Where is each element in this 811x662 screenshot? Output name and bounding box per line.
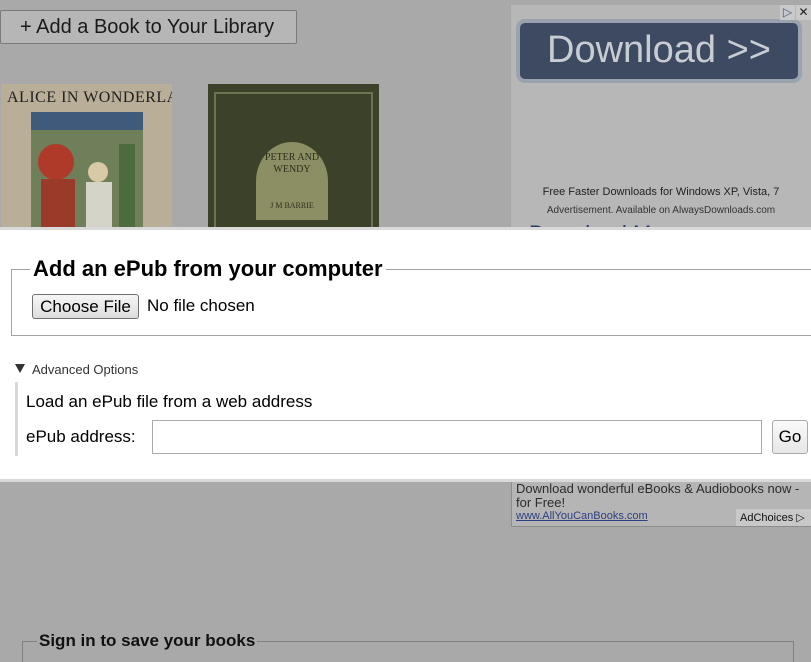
book-author: J M BARRIE — [270, 201, 314, 210]
book-title: PETER AND WENDY — [264, 152, 320, 175]
signin-legend: Sign in to save your books — [37, 631, 258, 651]
ad-controls: ▷ ✕ — [779, 5, 811, 20]
cover-illustration-icon — [31, 112, 143, 229]
choose-file-button[interactable]: Choose File — [32, 294, 139, 319]
ad-text: Free Faster Downloads for Windows XP, Vi… — [542, 186, 780, 198]
epub-address-input[interactable] — [152, 420, 762, 454]
close-icon[interactable]: ✕ — [796, 5, 811, 20]
ad-link[interactable]: www.AllYouCanBooks.com — [516, 510, 648, 522]
go-button[interactable]: Go — [772, 420, 808, 454]
triangle-down-icon[interactable] — [15, 364, 25, 373]
advanced-section-bar — [15, 382, 18, 456]
load-url-label: Load an ePub file from a web address — [26, 392, 313, 411]
adchoices-icon[interactable]: ▷ — [780, 5, 795, 20]
ad-banner-top[interactable]: Download >> ▷ ✕ Free Faster Downloads fo… — [511, 5, 811, 229]
add-book-button[interactable]: + Add a Book to Your Library — [0, 10, 297, 44]
file-status-text: No file chosen — [147, 296, 255, 315]
adchoices-label[interactable]: AdChoices ▷ — [736, 509, 811, 526]
ad-banner-bottom[interactable]: Download wonderful eBooks & Audiobooks n… — [511, 482, 811, 527]
book-cover-peter[interactable]: PETER AND WENDY J M BARRIE — [208, 84, 379, 229]
advanced-options-toggle[interactable]: Advanced Options — [32, 362, 138, 377]
dialog-title: Add an ePub from your computer — [30, 256, 386, 282]
add-epub-dialog: Add an ePub from your computer Choose Fi… — [0, 227, 811, 482]
ad-download-button[interactable]: Download >> — [516, 19, 802, 83]
epub-address-label: ePub address: — [26, 427, 136, 446]
ad-disclaimer: Advertisement. Available on AlwaysDownlo… — [546, 205, 776, 216]
ad-text: Download wonderful eBooks & Audiobooks n… — [516, 482, 800, 510]
book-cover-alice[interactable]: ALICE IN WONDERLAND — [1, 84, 172, 229]
